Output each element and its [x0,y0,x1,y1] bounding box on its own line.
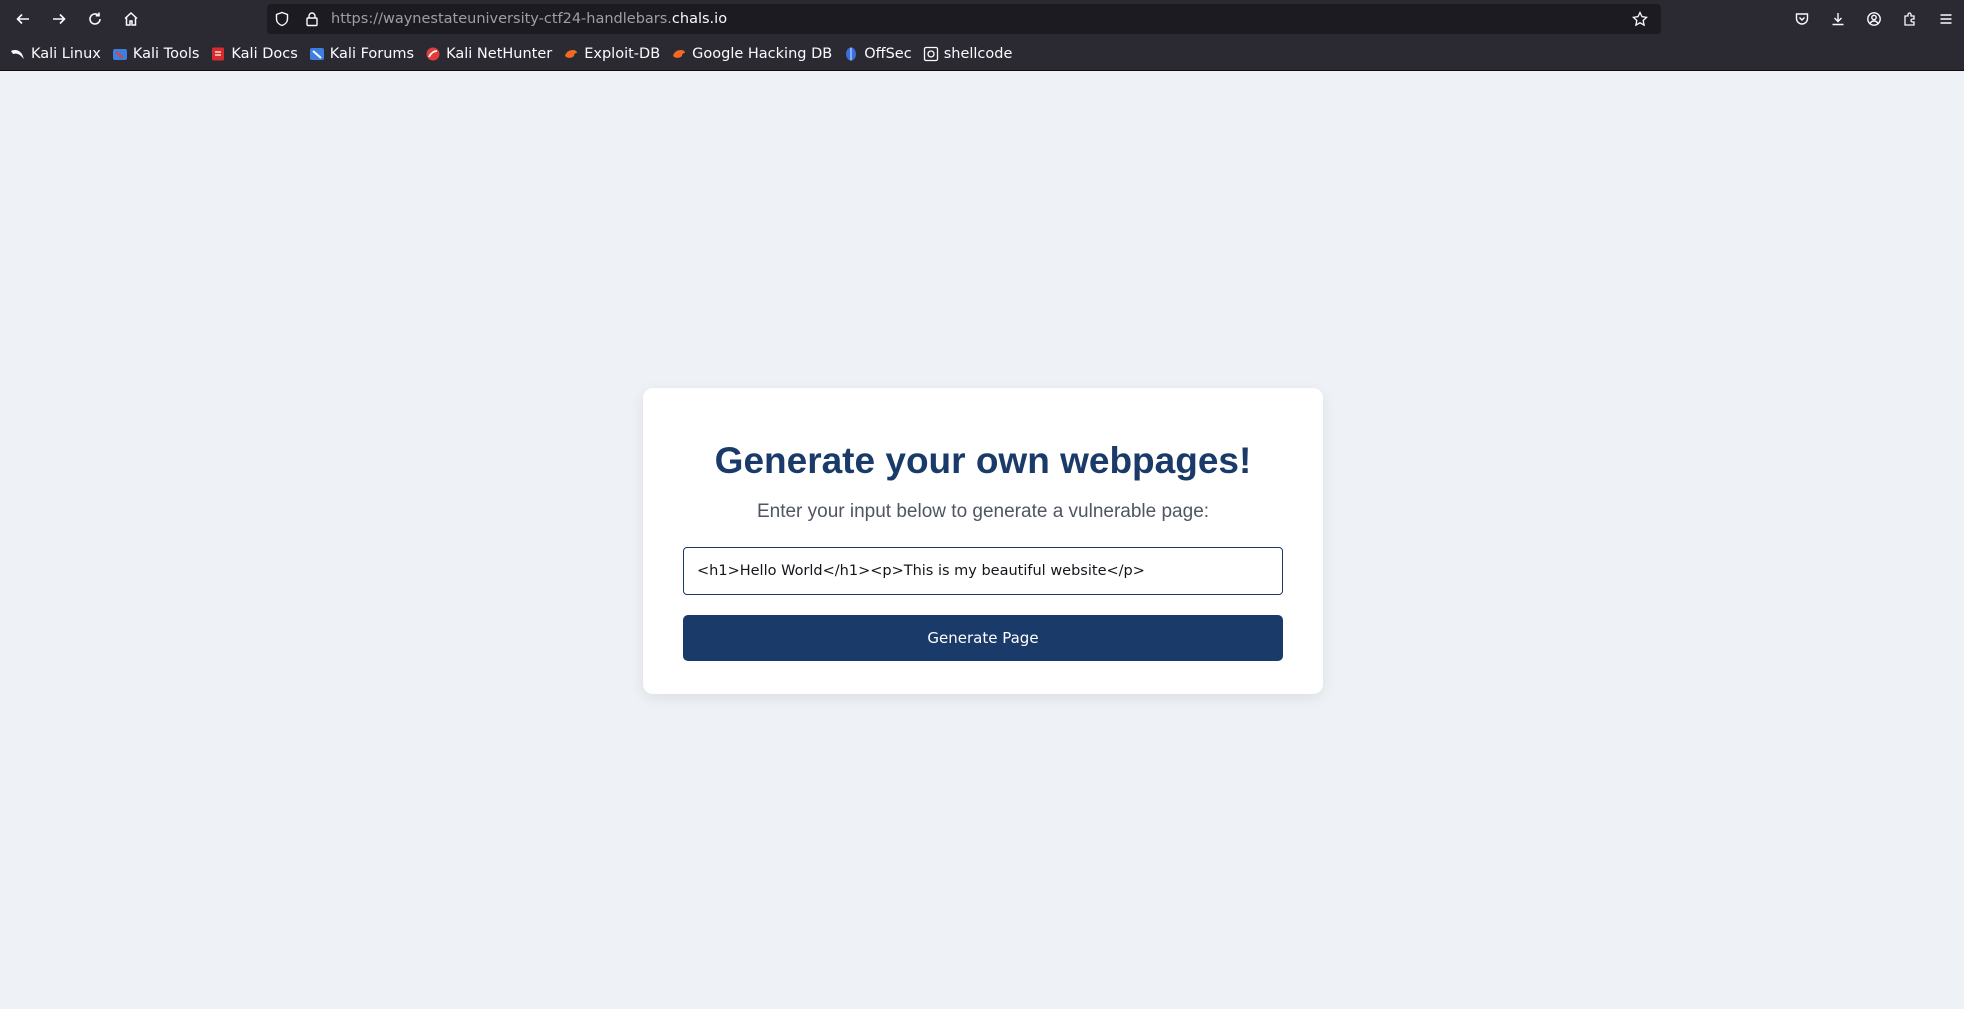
url-prefix: https://waynestateuniversity-ctf24-handl… [331,11,672,27]
bookmark-exploit-db[interactable]: Exploit-DB [563,46,660,62]
forward-arrow-icon[interactable] [41,0,77,38]
page-title: Generate your own webpages! [714,440,1252,481]
bookmark-kali-forums[interactable]: Kali Forums [309,46,414,62]
ghdb-icon [671,46,687,62]
bookmark-offsec[interactable]: OffSec [843,46,912,62]
back-arrow-icon[interactable] [5,0,41,38]
generator-card: Generate your own webpages! Enter your i… [643,388,1323,694]
bookmark-google-hacking-db[interactable]: Google Hacking DB [671,46,832,62]
bookmark-label: Google Hacking DB [692,46,833,62]
download-icon[interactable] [1820,0,1856,38]
shellcode-icon [923,46,939,62]
shield-icon[interactable] [267,4,297,34]
kali-docs-icon [210,46,226,62]
html-input[interactable] [683,547,1283,595]
url-text[interactable]: https://waynestateuniversity-ctf24-handl… [331,11,727,27]
pocket-icon[interactable] [1784,0,1820,38]
bookmark-kali-tools[interactable]: Kali Tools [112,46,200,62]
kali-tools-icon [112,46,128,62]
url-domain: chals.io [671,11,728,27]
bookmark-kali-nethunter[interactable]: Kali NetHunter [425,46,552,62]
bookmarks-bar: Kali Linux Kali Tools Kali Docs Kali For… [0,38,1964,71]
bookmark-label: Kali Forums [329,46,415,62]
kali-forums-icon [309,46,325,62]
page-subtitle: Enter your input below to generate a vul… [756,501,1210,522]
generate-page-button[interactable]: Generate Page [683,615,1283,661]
bookmark-shellcode[interactable]: shellcode [923,46,1013,62]
menu-icon[interactable] [1928,0,1964,38]
extensions-icon[interactable] [1892,0,1928,38]
bookmark-label: Exploit-DB [584,46,661,62]
browser-toolbar: https://waynestateuniversity-ctf24-handl… [0,0,1964,38]
reload-icon[interactable] [77,0,113,38]
exploit-db-icon [563,46,579,62]
bookmark-label: Kali Tools [132,46,200,62]
url-bar[interactable]: https://waynestateuniversity-ctf24-handl… [267,4,1661,34]
home-icon[interactable] [113,0,149,38]
bookmark-label: Kali Docs [231,46,298,62]
star-icon[interactable] [1625,4,1655,34]
bookmark-label: OffSec [864,46,912,62]
nethunter-icon [425,46,441,62]
lock-icon[interactable] [297,4,327,34]
toolbar-right-icons [1784,0,1964,38]
bookmark-kali-linux[interactable]: Kali Linux [10,46,101,62]
bookmark-label: Kali NetHunter [446,46,553,62]
offsec-icon [843,46,859,62]
bookmark-kali-docs[interactable]: Kali Docs [210,46,298,62]
bookmark-label: Kali Linux [31,46,101,62]
account-icon[interactable] [1856,0,1892,38]
bookmark-label: shellcode [943,46,1013,62]
kali-dragon-icon [10,46,26,62]
